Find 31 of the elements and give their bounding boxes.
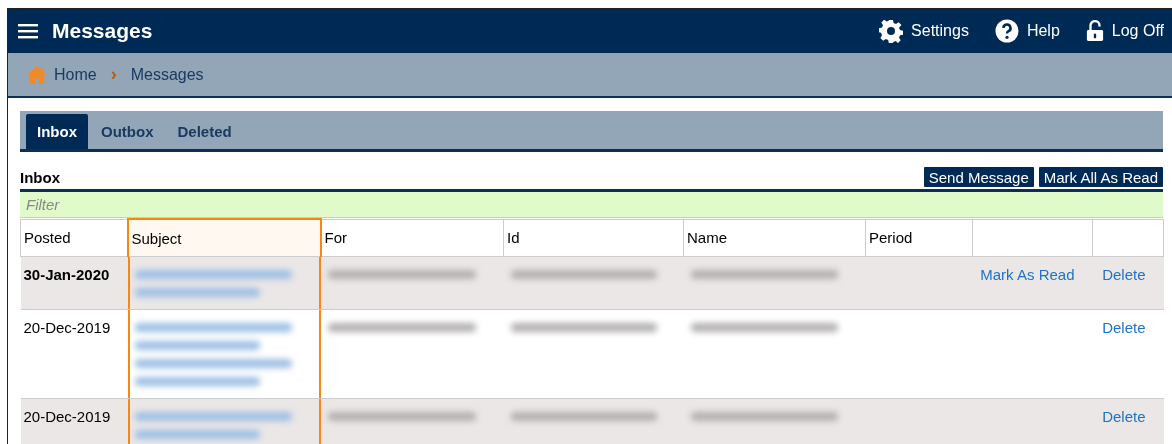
table-link[interactable]: Delete	[1102, 266, 1146, 283]
settings-link[interactable]: Settings	[879, 19, 969, 43]
section-title: Inbox	[20, 168, 60, 186]
action-button[interactable]: Send Message	[923, 167, 1034, 187]
date-cell: 30-Jan-2020	[20, 256, 128, 310]
filter-field[interactable]: Filter	[20, 192, 1163, 218]
date-cell: 20-Dec-2019	[20, 309, 128, 399]
column-header: For	[320, 219, 504, 257]
column-header: Subject	[127, 219, 321, 257]
home-icon	[26, 64, 48, 85]
table-link[interactable]: Delete	[1102, 319, 1146, 336]
column-header: Posted	[20, 219, 128, 257]
log-off-link[interactable]: Log Off	[1085, 20, 1164, 42]
tab[interactable]: Outbox	[90, 114, 165, 149]
column-header: Period	[865, 219, 973, 257]
tab[interactable]: Inbox	[26, 114, 88, 149]
tab[interactable]: Deleted	[166, 114, 243, 149]
menu-button[interactable]	[18, 23, 38, 39]
lock-icon	[1085, 20, 1104, 42]
breadcrumb-link[interactable]: Home	[26, 64, 97, 85]
settings-icon	[879, 19, 904, 43]
help-icon	[994, 19, 1019, 43]
help-link[interactable]: Help	[994, 19, 1060, 43]
column-header: Name	[683, 219, 866, 257]
column-header: Id	[503, 219, 684, 257]
date-cell: 20-Dec-2019	[20, 398, 128, 444]
action-button[interactable]: Mark All As Read	[1038, 167, 1163, 187]
menu-icon	[18, 23, 38, 39]
breadcrumb-separator: ›	[110, 64, 117, 85]
page-title: Messages	[52, 19, 153, 43]
breadcrumb-link[interactable]: Messages	[130, 65, 204, 84]
